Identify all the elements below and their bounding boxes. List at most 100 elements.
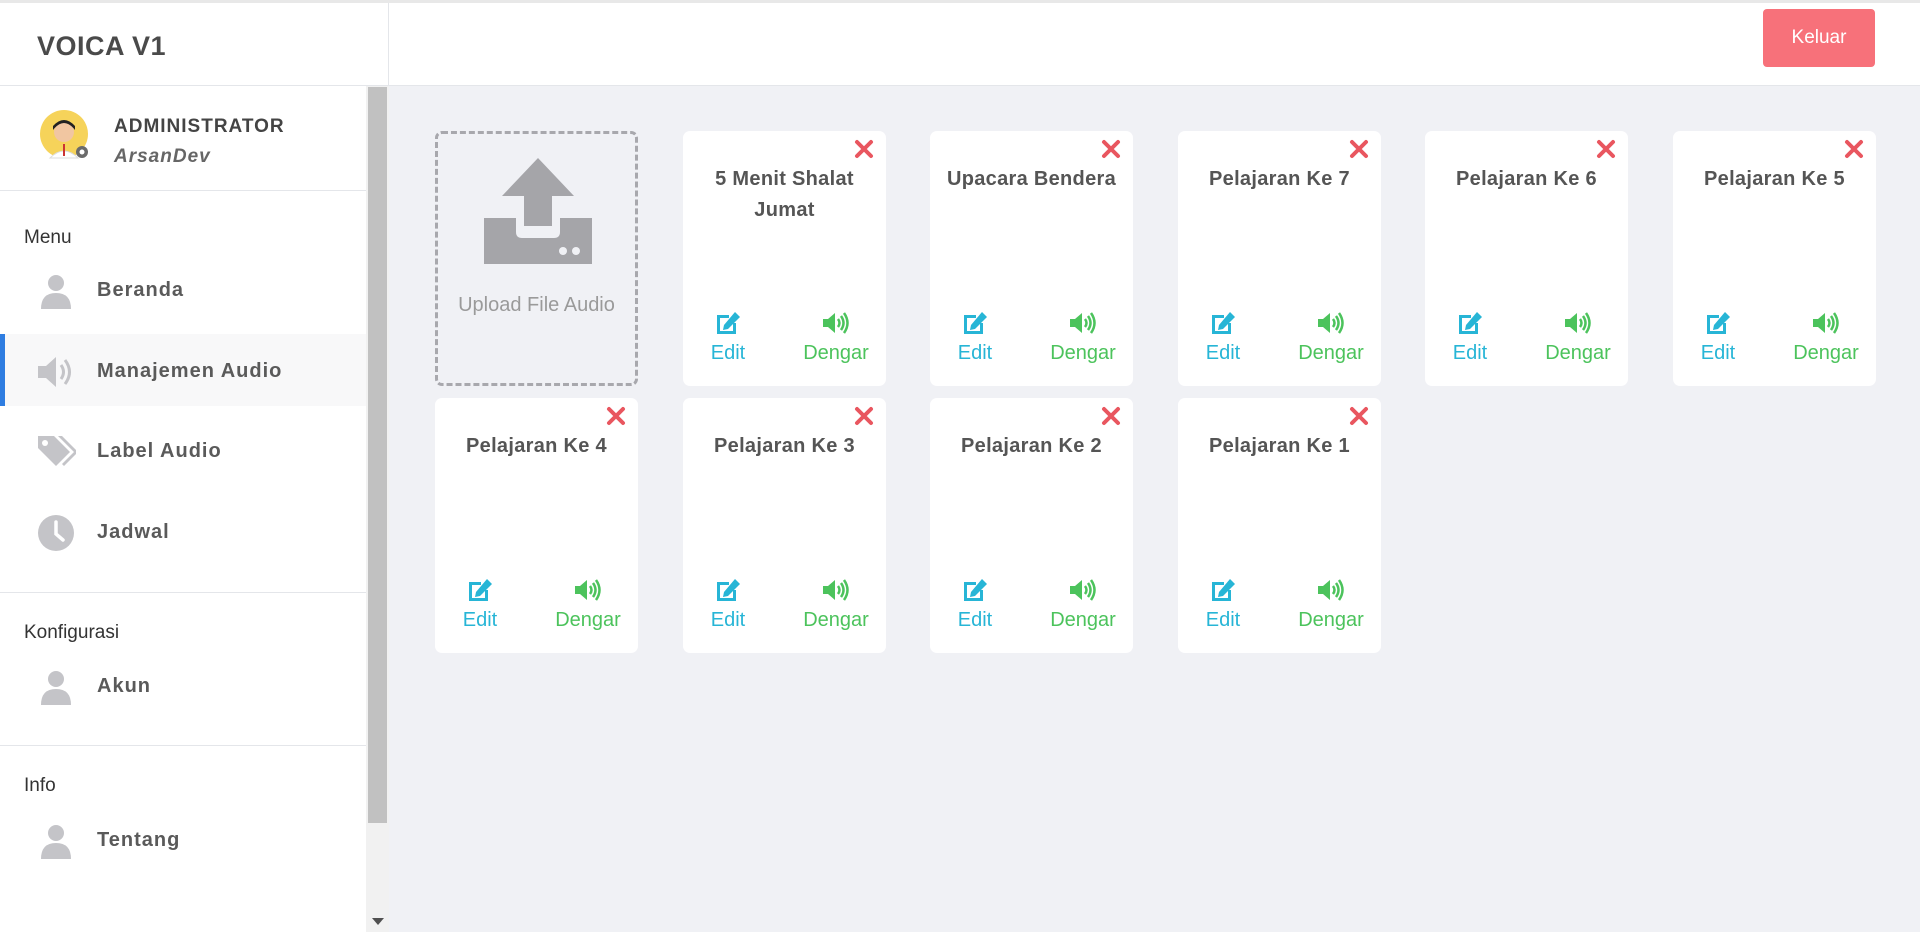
edit-button[interactable]: Edit [1425, 311, 1515, 373]
edit-label: Edit [710, 609, 746, 631]
listen-button[interactable]: Dengar [543, 578, 633, 640]
edit-button[interactable]: Edit [1178, 578, 1268, 640]
delete-close-icon[interactable] [1596, 139, 1616, 159]
audio-title: Pelajaran Ke 6 [1456, 168, 1597, 190]
audio-card: Pelajaran Ke 4 Edit Dengar [435, 398, 638, 653]
edit-button[interactable]: Edit [1178, 311, 1268, 373]
listen-button[interactable]: Dengar [791, 311, 881, 373]
audio-card: Pelajaran Ke 2 Edit Dengar [930, 398, 1133, 653]
listen-button[interactable]: Dengar [791, 578, 881, 640]
audio-card: Pelajaran Ke 3 Edit Dengar [683, 398, 886, 653]
audio-card: Pelajaran Ke 7 Edit Dengar [1178, 131, 1381, 386]
listen-button[interactable]: Dengar [1781, 311, 1871, 373]
audio-title: Pelajaran Ke 1 [1209, 435, 1350, 457]
sidebar-item-label: Jadwal [97, 521, 170, 543]
profile-username: ArsanDev [114, 146, 211, 167]
listen-label: Dengar [1298, 609, 1364, 631]
listen-label: Dengar [803, 609, 869, 631]
edit-button[interactable]: Edit [930, 578, 1020, 640]
sidebar-item-label-audio[interactable]: Label Audio [0, 414, 366, 486]
sidebar-item-beranda[interactable]: Beranda [0, 253, 366, 325]
sidebar-item-label: Beranda [97, 279, 185, 301]
edit-button[interactable]: Edit [683, 578, 773, 640]
edit-button[interactable]: Edit [683, 311, 773, 373]
logout-button[interactable]: Keluar [1763, 9, 1875, 67]
sidebar-item-label: Manajemen Audio [97, 360, 283, 382]
delete-close-icon[interactable] [606, 406, 626, 426]
delete-close-icon[interactable] [1101, 406, 1121, 426]
user-icon [41, 275, 71, 309]
scroll-down-arrow[interactable] [372, 918, 384, 925]
edit-button[interactable]: Edit [435, 578, 525, 640]
listen-label: Dengar [1545, 342, 1611, 364]
edit-label: Edit [957, 342, 993, 364]
edit-button[interactable]: Edit [930, 311, 1020, 373]
edit-label: Edit [1700, 342, 1736, 364]
listen-button[interactable]: Dengar [1038, 578, 1128, 640]
delete-close-icon[interactable] [1349, 406, 1369, 426]
avatar [38, 108, 94, 164]
audio-title: Pelajaran Ke 4 [466, 435, 607, 457]
scrollbar-thumb[interactable] [368, 87, 387, 823]
sidebar-divider [0, 592, 366, 593]
delete-close-icon[interactable] [1844, 139, 1864, 159]
edit-label: Edit [1205, 342, 1241, 364]
listen-button[interactable]: Dengar [1533, 311, 1623, 373]
sidebar-divider [0, 745, 366, 746]
audio-card: Pelajaran Ke 5 Edit Dengar [1673, 131, 1876, 386]
listen-button[interactable]: Dengar [1286, 578, 1376, 640]
volume-icon [38, 357, 71, 387]
sidebar-item-label: Tentang [97, 829, 181, 851]
clock-icon [38, 515, 74, 551]
delete-close-icon[interactable] [1101, 139, 1121, 159]
sidebar-item-jadwal[interactable]: Jadwal [0, 495, 366, 567]
section-title-konfigurasi: Konfigurasi [24, 622, 120, 643]
upload-icon [484, 158, 592, 264]
audio-card: 5 Menit Shalat Jumat Edit Dengar [683, 131, 886, 386]
listen-label: Dengar [1050, 342, 1116, 364]
delete-close-icon[interactable] [854, 139, 874, 159]
listen-button[interactable]: Dengar [1286, 311, 1376, 373]
listen-label: Dengar [1793, 342, 1859, 364]
delete-close-icon[interactable] [854, 406, 874, 426]
listen-button[interactable]: Dengar [1038, 311, 1128, 373]
user-icon [41, 825, 71, 859]
audio-title: Pelajaran Ke 2 [961, 435, 1102, 457]
sidebar-item-label: Label Audio [97, 440, 222, 462]
brand-area: VOICA V1 [0, 3, 389, 86]
sidebar-item-manajemen-audio[interactable]: Manajemen Audio [0, 334, 366, 406]
profile-role: ADMINISTRATOR [114, 116, 285, 137]
tags-icon [38, 436, 76, 466]
listen-label: Dengar [1298, 342, 1364, 364]
audio-title: Pelajaran Ke 5 [1704, 168, 1845, 190]
audio-title: Pelajaran Ke 7 [1209, 168, 1350, 190]
edit-label: Edit [957, 609, 993, 631]
edit-label: Edit [710, 342, 746, 364]
edit-label: Edit [1452, 342, 1488, 364]
upload-audio-card[interactable]: Upload File Audio [435, 131, 638, 386]
app-brand[interactable]: VOICA V1 [37, 31, 166, 62]
section-title-info: Info [24, 775, 56, 796]
audio-card: Pelajaran Ke 1 Edit Dengar [1178, 398, 1381, 653]
listen-label: Dengar [555, 609, 621, 631]
sidebar-item-tentang[interactable]: Tentang [0, 803, 366, 875]
audio-title: 5 Menit Shalat Jumat [715, 168, 854, 221]
profile-panel: ADMINISTRATOR ArsanDev [0, 86, 366, 191]
audio-title: Upacara Bendera [946, 168, 1117, 190]
listen-label: Dengar [803, 342, 869, 364]
audio-card: Upacara Bendera Edit Dengar [930, 131, 1133, 386]
sidebar-item-akun[interactable]: Akun [0, 649, 366, 721]
upload-label: Upload File Audio [458, 294, 615, 316]
audio-title: Pelajaran Ke 3 [714, 435, 855, 457]
user-icon [41, 671, 71, 705]
section-title-menu: Menu [24, 227, 72, 248]
listen-label: Dengar [1050, 609, 1116, 631]
edit-button[interactable]: Edit [1673, 311, 1763, 373]
sidebar-item-label: Akun [97, 675, 151, 697]
edit-label: Edit [462, 609, 498, 631]
delete-close-icon[interactable] [1349, 139, 1369, 159]
edit-label: Edit [1205, 609, 1241, 631]
sidebar-content: ADMINISTRATOR ArsanDev Menu Beranda Mana… [0, 86, 366, 932]
sidebar-scrollbar[interactable] [366, 86, 389, 932]
top-bar: VOICA V1 Keluar [0, 0, 1920, 86]
